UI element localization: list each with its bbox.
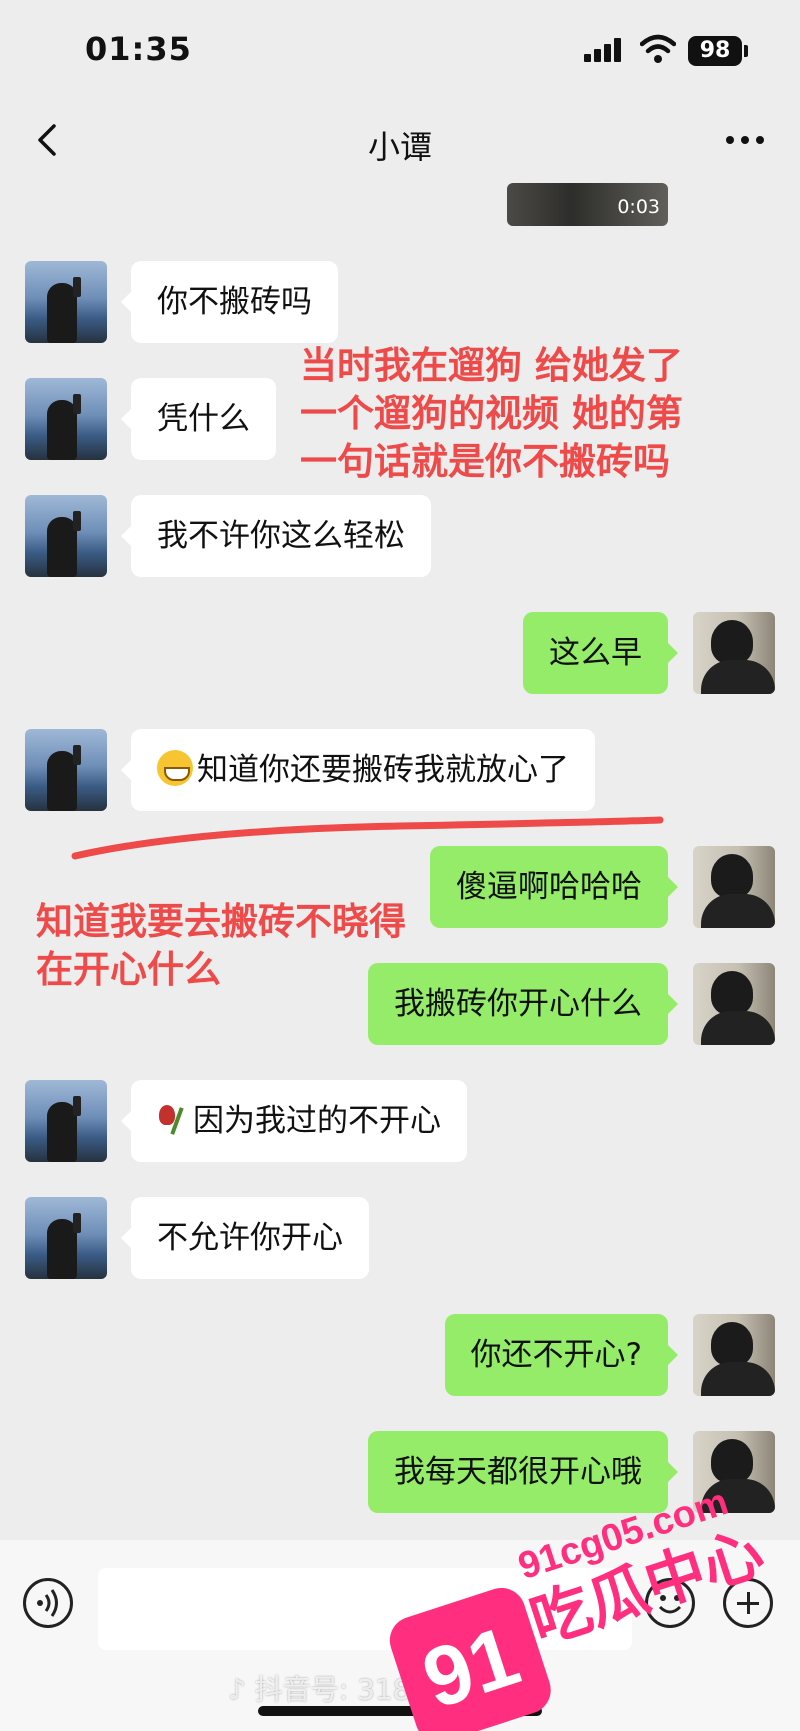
battery-icon: 98 xyxy=(688,36,742,66)
annotation-underline xyxy=(71,816,664,860)
status-time: 01:35 xyxy=(85,30,192,68)
chat-title: 小谭 xyxy=(367,128,432,166)
message-bubble[interactable]: 这么早 xyxy=(523,612,678,694)
contact-avatar[interactable] xyxy=(25,378,107,460)
signal-icon xyxy=(584,38,624,62)
voice-icon[interactable] xyxy=(23,1578,73,1628)
message-text: 因为我过的不开心 xyxy=(193,1103,441,1139)
contact-avatar[interactable] xyxy=(25,495,107,577)
message-bubble[interactable]: 因为我过的不开心 xyxy=(121,1080,467,1162)
message-text: 知道你还要搬砖我就放心了 xyxy=(197,752,569,788)
chat-header: 小谭 xyxy=(0,100,800,185)
my-avatar[interactable] xyxy=(693,1314,775,1396)
annotation-line: 一个遛狗的视频 她的第 xyxy=(300,392,683,435)
annotation-line: 在开心什么 xyxy=(36,948,221,991)
contact-avatar[interactable] xyxy=(25,261,107,343)
message-bubble[interactable]: 我每天都很开心哦 xyxy=(368,1431,678,1513)
annotation-line: 知道我要去搬砖不晓得 xyxy=(36,900,406,943)
message-bubble[interactable]: 我搬砖你开心什么 xyxy=(368,963,678,1045)
home-indicator[interactable] xyxy=(258,1706,542,1716)
message-bubble[interactable]: 不允许你开心 xyxy=(121,1197,369,1279)
wifi-icon xyxy=(640,34,676,63)
my-avatar[interactable] xyxy=(693,846,775,928)
my-avatar[interactable] xyxy=(693,1431,775,1513)
message-bubble[interactable]: 凭什么 xyxy=(121,378,276,460)
my-avatar[interactable] xyxy=(693,612,775,694)
annotation-line: 一句话就是你不搬砖吗 xyxy=(300,440,670,483)
my-avatar[interactable] xyxy=(693,963,775,1045)
wilted-rose-emoji-icon xyxy=(157,1101,189,1137)
douyin-id: ♪ 抖音号: 318 87 xyxy=(228,1673,456,1706)
contact-avatar[interactable] xyxy=(25,1080,107,1162)
annotation-note: 知道我要去搬砖不晓得 在开心什么 xyxy=(36,898,406,994)
status-bar: 01:35 98 xyxy=(0,0,800,110)
contact-avatar[interactable] xyxy=(25,1197,107,1279)
annotation-note: 当时我在遛狗 给她发了 一个遛狗的视频 她的第 一句话就是你不搬砖吗 xyxy=(300,342,683,486)
message-bubble[interactable]: 你不搬砖吗 xyxy=(121,261,338,343)
video-duration: 0:03 xyxy=(617,196,660,218)
message-bubble[interactable]: 我不许你这么轻松 xyxy=(121,495,431,577)
video-message[interactable]: 0:03 xyxy=(507,183,668,226)
annotation-line: 当时我在遛狗 给她发了 xyxy=(300,344,683,387)
grin-emoji-icon xyxy=(157,750,193,786)
douyin-icon: ♪ xyxy=(228,1673,255,1706)
battery-tip xyxy=(744,45,748,57)
emoji-icon[interactable] xyxy=(645,1578,695,1628)
message-input[interactable] xyxy=(98,1568,632,1650)
more-icon[interactable] xyxy=(720,120,770,160)
message-bubble[interactable]: 你还不开心? xyxy=(444,1314,679,1396)
plus-icon[interactable] xyxy=(723,1578,773,1628)
contact-avatar[interactable] xyxy=(25,729,107,811)
message-bubble[interactable]: 知道你还要搬砖我就放心了 xyxy=(121,729,595,811)
